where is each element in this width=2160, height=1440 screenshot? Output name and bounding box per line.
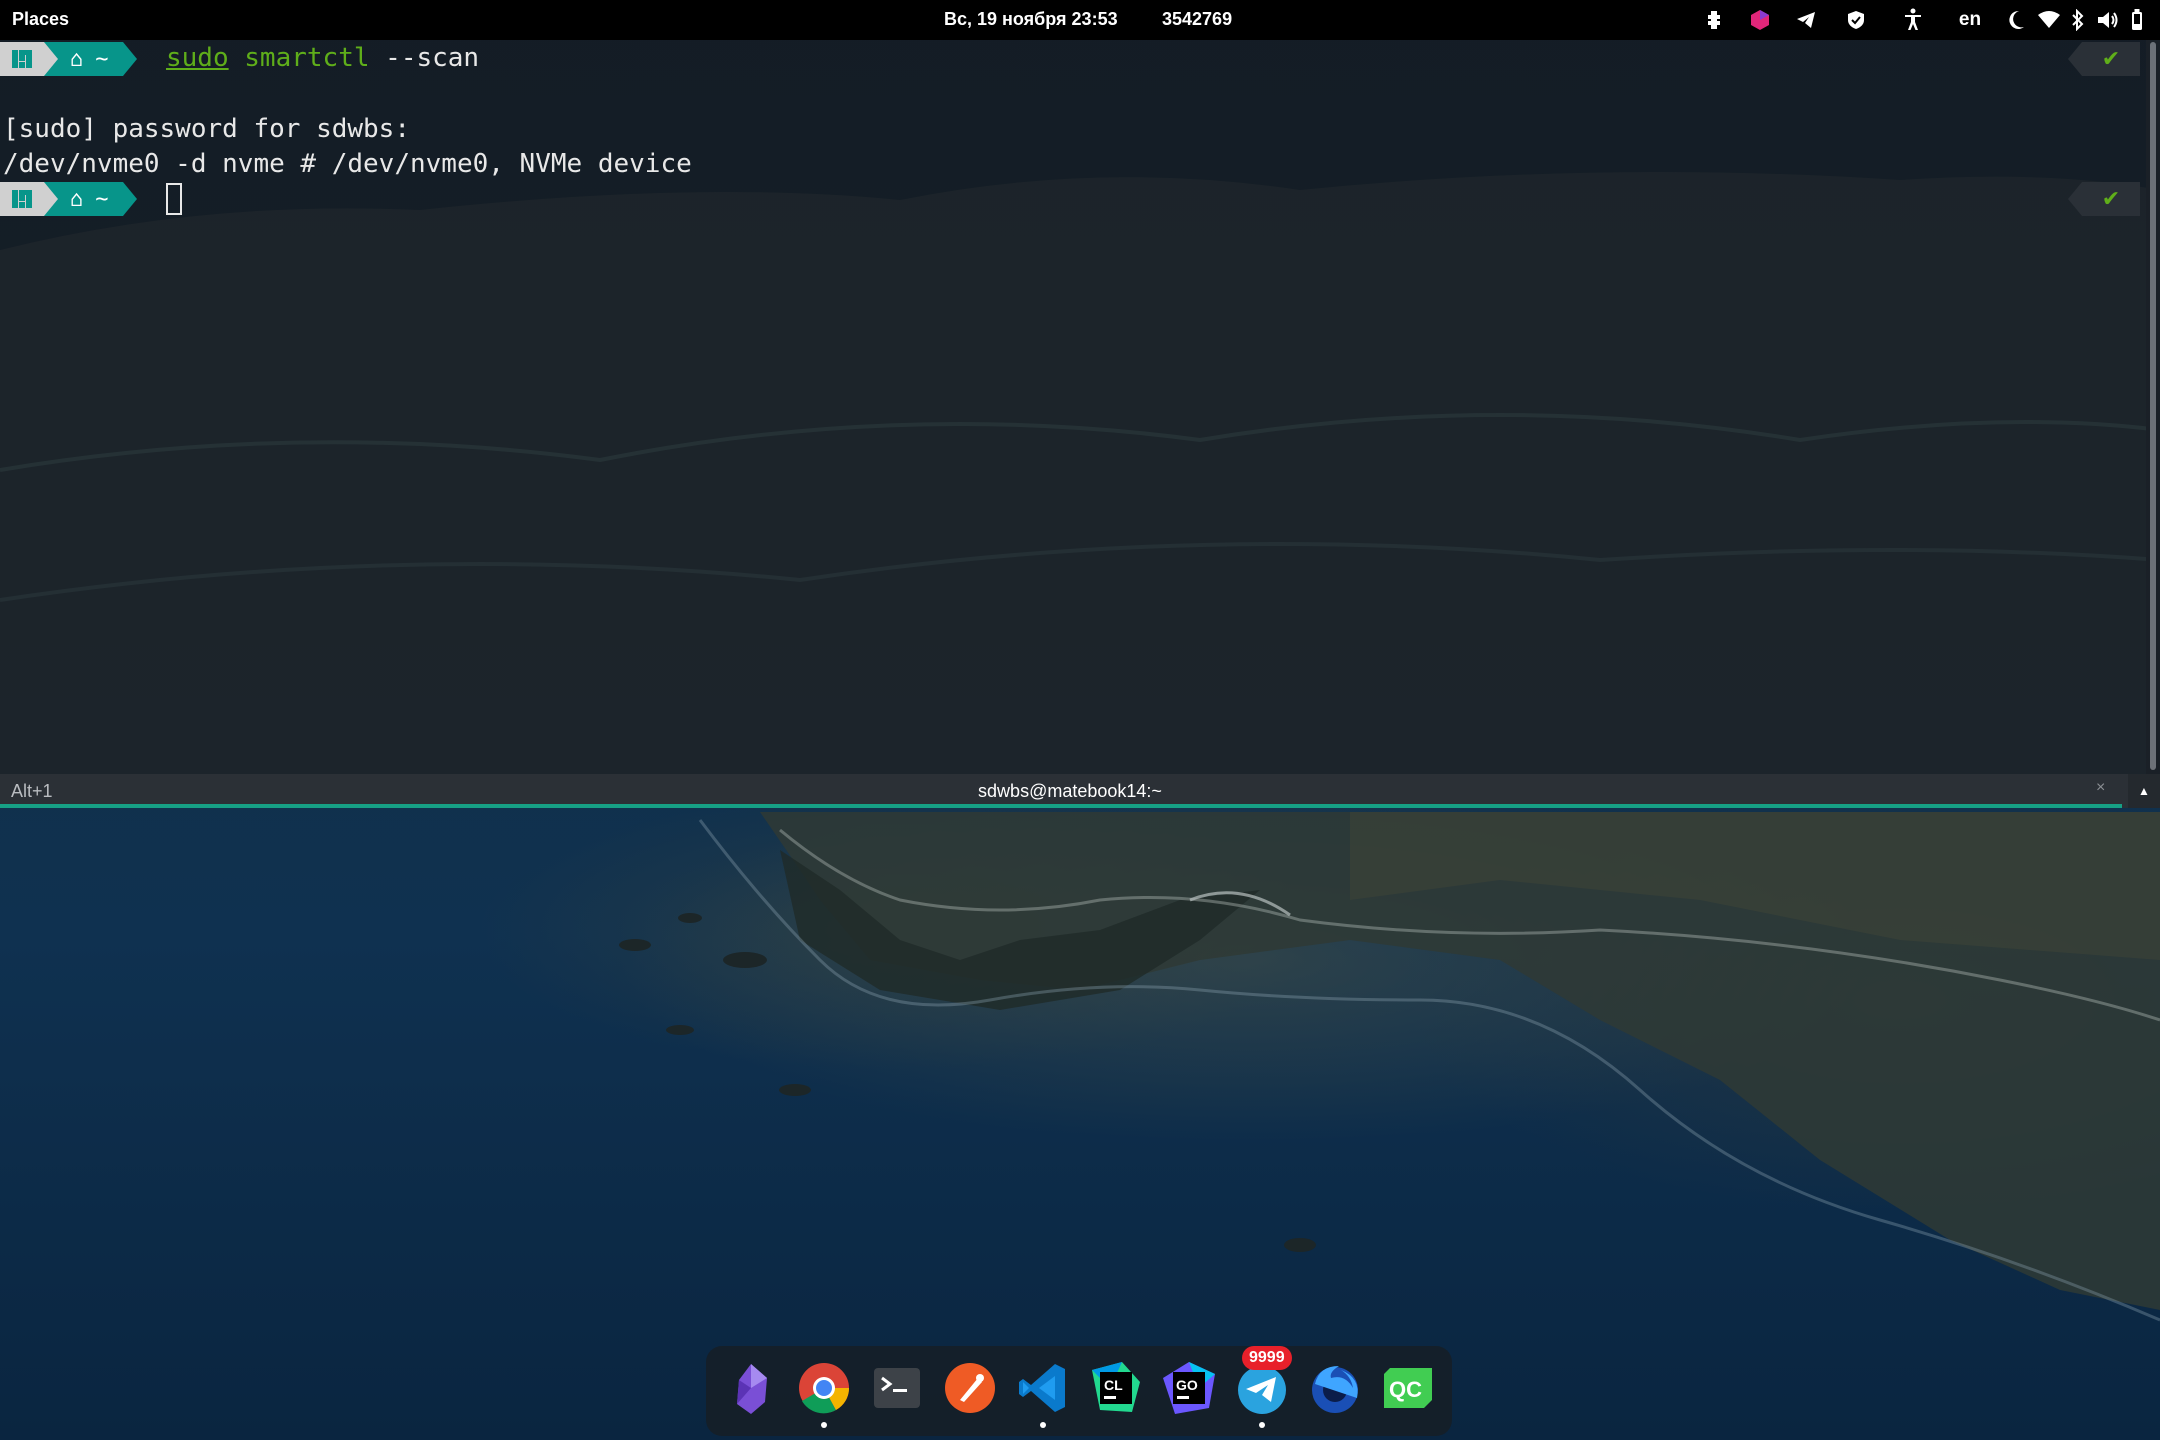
dock-item-chrome[interactable] — [794, 1358, 854, 1428]
dock-item-firefox-developer[interactable] — [1305, 1358, 1365, 1418]
command-program: smartctl — [244, 43, 370, 73]
manjaro-logo-icon — [0, 182, 58, 216]
qt-creator-icon: QC — [1384, 1368, 1432, 1408]
running-indicator — [1259, 1422, 1265, 1428]
goland-label: GO — [1176, 1377, 1198, 1393]
clion-label: CL — [1104, 1377, 1123, 1393]
text-cursor — [166, 183, 182, 215]
dock-item-postman[interactable] — [940, 1358, 1000, 1418]
terminal-tab-bar: Alt+1 sdwbs@matebook14:~ × ▲ — [0, 774, 2160, 808]
goland-icon: GO — [1163, 1362, 1215, 1414]
command-line: sudo smartctl --scan — [166, 43, 479, 73]
night-light-icon[interactable] — [1998, 0, 2034, 40]
active-tab-indicator — [0, 804, 2122, 808]
date-time[interactable]: Вс, 19 ноября 23:53 — [944, 9, 1118, 30]
close-tab-icon[interactable]: × — [2096, 779, 2105, 797]
dock-item-goland[interactable]: GO — [1159, 1358, 1219, 1418]
app-indicator-icon[interactable] — [1736, 0, 1784, 40]
accessibility-icon[interactable] — [1884, 0, 1942, 40]
keyboard-layout[interactable]: en — [1942, 0, 1998, 40]
running-indicator — [821, 1422, 827, 1428]
scrollbar-thumb[interactable] — [2150, 42, 2156, 770]
terminal-window[interactable]: ⌂ ~ sudo smartctl --scan ✔ [sudo] passwo… — [0, 40, 2160, 774]
dock-item-vscode[interactable] — [1013, 1358, 1073, 1428]
extension-icon[interactable] — [1692, 0, 1736, 40]
telegram-tray-icon[interactable] — [1784, 0, 1828, 40]
dock-item-obsidian[interactable] — [721, 1358, 781, 1418]
command-sudo: sudo — [166, 43, 229, 73]
firefox-developer-icon — [1312, 1366, 1358, 1413]
manjaro-logo-icon — [0, 42, 58, 76]
clion-icon: CL — [1092, 1362, 1140, 1412]
dock-item-clion[interactable]: CL — [1086, 1358, 1146, 1418]
dock-item-telegram[interactable]: 9999 — [1232, 1346, 1292, 1428]
toggle-terminal-button[interactable]: ▲ — [2128, 774, 2160, 808]
shell-prompt: ⌂ ~ — [0, 42, 136, 76]
bluetooth-icon[interactable] — [2064, 0, 2092, 40]
battery-icon[interactable] — [2124, 0, 2150, 40]
vscode-icon — [1019, 1364, 1065, 1412]
terminal-output-line: /dev/nvme0 -d nvme # /dev/nvme0, NVMe de… — [3, 149, 692, 179]
tab-title[interactable]: sdwbs@matebook14:~ — [0, 781, 2140, 802]
shield-icon[interactable] — [1828, 0, 1884, 40]
command-status-ok: ✔ — [2068, 42, 2140, 76]
top-panel: Places Вс, 19 ноября 23:53 3542769 en — [0, 0, 2160, 40]
prompt-dir-label: ~ — [95, 46, 109, 72]
prompt-dir-label: ~ — [95, 186, 109, 212]
shell-prompt: ⌂ ~ — [0, 182, 136, 216]
running-indicator — [1040, 1422, 1046, 1428]
dock-item-qt-creator[interactable]: QC — [1378, 1358, 1438, 1418]
terminal-icon — [874, 1368, 920, 1408]
postman-icon — [945, 1363, 995, 1413]
qt-label: QC — [1389, 1377, 1422, 1402]
counter-indicator[interactable]: 3542769 — [1162, 9, 1232, 30]
wifi-icon[interactable] — [2034, 0, 2064, 40]
check-icon: ✔ — [2101, 46, 2121, 72]
volume-icon[interactable] — [2092, 0, 2124, 40]
system-tray: en — [1692, 0, 2150, 40]
home-icon: ⌂ — [70, 186, 84, 212]
terminal-output-line: [sudo] password for sdwbs: — [3, 114, 410, 144]
unread-badge: 9999 — [1242, 1346, 1292, 1370]
chrome-icon — [799, 1363, 850, 1414]
obsidian-icon — [737, 1364, 767, 1414]
terminal-scrollbar[interactable] — [2146, 40, 2160, 774]
command-args: --scan — [369, 43, 480, 73]
dock: CL GO 9999 QC — [706, 1346, 1452, 1436]
chevron-up-icon: ▲ — [2138, 784, 2150, 798]
home-icon: ⌂ — [70, 46, 84, 72]
check-icon: ✔ — [2101, 186, 2121, 212]
command-status-ok: ✔ — [2068, 182, 2140, 216]
places-menu[interactable]: Places — [12, 9, 69, 30]
dock-item-terminal[interactable] — [867, 1358, 927, 1418]
